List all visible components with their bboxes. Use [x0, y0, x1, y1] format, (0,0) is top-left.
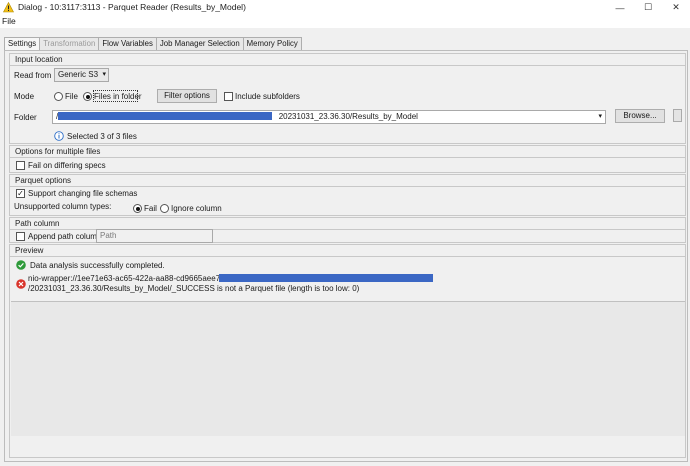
unsupported-fail-label: Fail	[144, 204, 157, 213]
path-column-name-input: Path	[96, 229, 213, 243]
parquet-options-group: Parquet options ✓ Support changing file …	[9, 174, 686, 216]
append-path-checkbox[interactable]	[16, 232, 25, 241]
close-button[interactable]: ✕	[662, 0, 690, 15]
chevron-down-icon: ▾	[102, 71, 106, 78]
support-changing-checkbox[interactable]: ✓	[16, 189, 25, 198]
warning-icon	[3, 2, 14, 13]
error-message-line1: nio-wrapper://1ee71e63-ac65-422a-aa88-cd…	[28, 274, 230, 283]
mode-file-radio[interactable]	[54, 92, 63, 101]
filter-options-button[interactable]: Filter options	[157, 89, 217, 103]
include-subfolders-checkbox[interactable]	[224, 92, 233, 101]
group-title: Input location	[15, 55, 63, 64]
divider	[10, 256, 685, 257]
divider	[10, 65, 685, 66]
read-from-value: Generic S3	[58, 70, 99, 79]
scroll-handle-icon	[673, 109, 682, 122]
group-title: Options for multiple files	[15, 147, 101, 156]
success-check-icon	[16, 260, 26, 270]
read-from-label: Read from	[14, 71, 52, 80]
unsupported-types-label: Unsupported column types:	[14, 202, 112, 211]
error-message-line2: /20231031_23.36.30/Results_by_Model/_SUC…	[28, 284, 360, 293]
chevron-down-icon: ▾	[598, 113, 602, 120]
divider	[10, 186, 685, 187]
preview-group: Preview Data analysis successfully compl…	[9, 244, 686, 458]
selected-files-info: Selected 3 of 3 files	[67, 132, 137, 141]
unsupported-fail-radio[interactable]	[133, 204, 142, 213]
path-column-group: Path column Append path column Path	[9, 217, 686, 243]
redaction-bar	[219, 274, 433, 282]
fail-on-differing-checkbox[interactable]	[16, 161, 25, 170]
tab-memory-policy[interactable]: Memory Policy	[242, 37, 302, 50]
minimize-button[interactable]: —	[606, 0, 634, 15]
divider	[10, 157, 685, 158]
include-subfolders-label: Include subfolders	[235, 92, 300, 101]
window-title: Dialog - 10:3117:3113 - Parquet Reader (…	[18, 2, 246, 12]
info-icon	[54, 131, 64, 141]
unsupported-ignore-radio[interactable]	[160, 204, 169, 213]
multiple-files-group: Options for multiple files Fail on diffe…	[9, 145, 686, 173]
tab-flow-variables[interactable]: Flow Variables	[98, 37, 157, 50]
settings-panel: Input location Read from Generic S3 ▾ Mo…	[4, 50, 688, 462]
mode-file-label: File	[65, 92, 78, 101]
input-location-group: Input location Read from Generic S3 ▾ Mo…	[9, 53, 686, 144]
folder-path-suffix: 20231031_23.36.30/Results_by_Model	[278, 112, 418, 121]
menu-file[interactable]: File	[2, 16, 16, 26]
focus-indicator	[93, 90, 138, 102]
unsupported-ignore-label: Ignore column	[171, 204, 222, 213]
group-title: Preview	[15, 246, 44, 255]
browse-button[interactable]: Browse...	[615, 109, 665, 123]
tab-transformation: Transformation	[39, 37, 100, 50]
tab-settings[interactable]: Settings	[4, 37, 41, 51]
append-path-label: Append path column	[28, 232, 102, 241]
maximize-button[interactable]: ☐	[634, 0, 662, 15]
tab-bar: Settings Transformation Flow Variables J…	[4, 37, 302, 51]
preview-table-area[interactable]	[11, 301, 685, 436]
fail-on-differing-label: Fail on differing specs	[28, 161, 106, 170]
success-message: Data analysis successfully completed.	[30, 261, 165, 270]
mode-folder-radio[interactable]	[83, 92, 92, 101]
folder-label: Folder	[14, 113, 37, 122]
mode-label: Mode	[14, 92, 35, 101]
read-from-select[interactable]: Generic S3 ▾	[54, 68, 109, 82]
group-title: Path column	[15, 219, 60, 228]
menu-bar: File	[0, 15, 690, 28]
group-title: Parquet options	[15, 176, 72, 185]
error-icon	[16, 279, 26, 289]
support-changing-label: Support changing file schemas	[28, 189, 138, 198]
tab-job-manager-selection[interactable]: Job Manager Selection	[155, 37, 244, 50]
title-bar: Dialog - 10:3117:3113 - Parquet Reader (…	[0, 0, 690, 15]
redaction-bar	[58, 112, 272, 120]
